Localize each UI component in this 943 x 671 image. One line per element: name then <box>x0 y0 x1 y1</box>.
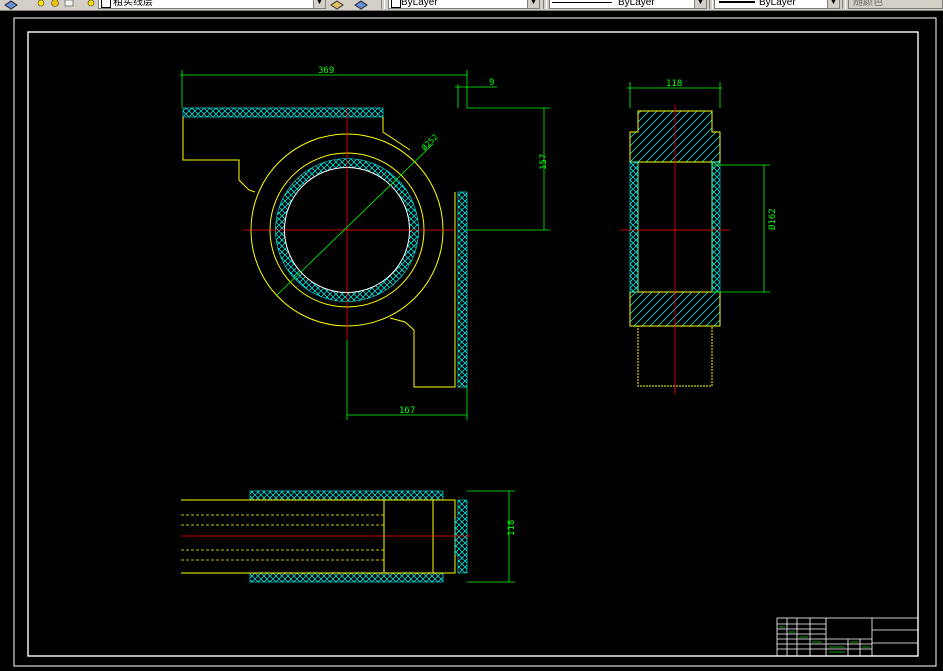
dim-top-width: 369 <box>318 66 334 76</box>
bottom-top-strip <box>249 490 444 501</box>
make-layer-current-icon[interactable] <box>330 0 344 10</box>
linetype-dropdown[interactable]: ByLayer ▼ <box>549 0 707 9</box>
dim-bore-diameter: Ø252 <box>419 132 440 153</box>
linetype-sample <box>552 2 612 3</box>
right-plate-hatch <box>457 191 468 388</box>
toolbar-separator <box>842 0 846 9</box>
sun-freeze-icon[interactable] <box>50 0 62 8</box>
front-view[interactable]: 369 9 157 Ø252 167 <box>180 66 550 420</box>
bottom-inner-lines <box>181 514 384 561</box>
title-block[interactable] <box>776 617 919 657</box>
toolbar-separator <box>543 0 547 9</box>
dim-side-width: 118 <box>666 79 682 89</box>
lightbulb-on-icon[interactable] <box>86 0 98 8</box>
front-dimensions <box>180 70 550 420</box>
plotstyle-value: 随颜色 <box>853 0 883 8</box>
layer-manager-icon[interactable] <box>4 0 18 10</box>
bottom-view[interactable]: 118 <box>181 490 517 583</box>
dim-gap: 9 <box>489 78 494 88</box>
color-dropdown[interactable]: ByLayer ▼ <box>388 0 540 9</box>
lineweight-sample <box>719 1 755 3</box>
bottom-end-hatch <box>454 499 468 574</box>
toolbar-separator <box>709 0 713 9</box>
properties-toolbar: 粗实线层 ▼ ByLayer ▼ ByLayer ▼ ByLayer ▼ 随颜色 <box>0 0 943 11</box>
dim-height-right: 157 <box>539 154 549 170</box>
dim-bottom-width: 118 <box>507 520 517 536</box>
chevron-down-icon[interactable]: ▼ <box>313 0 325 8</box>
sheet-outer-border <box>13 17 937 667</box>
light-bulb-icon[interactable] <box>36 0 48 8</box>
layer-previous-icon[interactable] <box>354 0 368 10</box>
linetype-value: ByLayer <box>618 0 655 8</box>
plotstyle-dropdown[interactable]: 随颜色 <box>848 0 943 9</box>
top-plate-hatch <box>182 107 384 118</box>
lineweight-dropdown[interactable]: ByLayer ▼ <box>714 0 840 9</box>
chevron-down-icon[interactable]: ▼ <box>827 0 839 8</box>
chevron-down-icon[interactable]: ▼ <box>694 0 706 8</box>
drawing-canvas[interactable]: 369 9 157 Ø252 167 118 Ø162 118 <box>0 11 943 671</box>
bottom-body-outline <box>181 499 456 574</box>
dim-base-width: 167 <box>399 406 415 416</box>
layer-lock-icon[interactable] <box>64 0 76 8</box>
dim-side-diameter: Ø162 <box>767 208 778 230</box>
layer-color-swatch <box>101 0 111 8</box>
color-value: ByLayer <box>401 0 438 8</box>
lineweight-value: ByLayer <box>759 0 796 8</box>
side-right-lining <box>711 161 721 293</box>
layer-dropdown[interactable]: 粗实线层 ▼ <box>98 0 326 9</box>
sheet-inner-border <box>27 31 919 657</box>
side-left-lining <box>629 161 639 293</box>
side-view[interactable]: 118 Ø162 <box>620 79 778 395</box>
color-swatch <box>391 0 401 8</box>
toolbar-separator <box>381 0 385 9</box>
layer-name: 粗实线层 <box>113 0 153 8</box>
bottom-bottom-strip <box>249 572 444 583</box>
chevron-down-icon[interactable]: ▼ <box>527 0 539 8</box>
